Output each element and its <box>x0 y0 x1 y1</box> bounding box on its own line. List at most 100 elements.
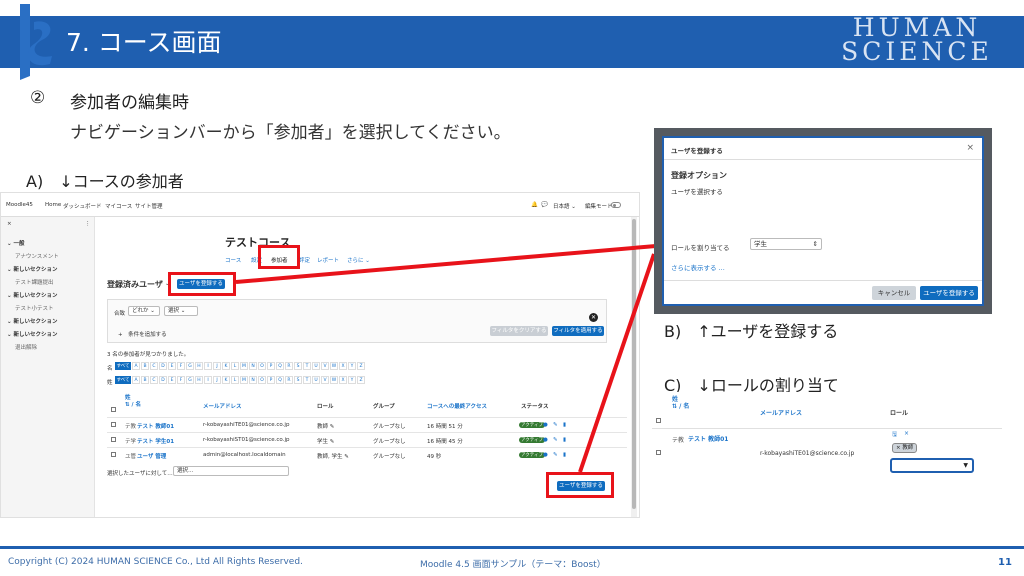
initial-letter[interactable]: L <box>231 362 239 370</box>
row-checkbox[interactable] <box>111 437 116 442</box>
edit-mode-toggle[interactable] <box>611 202 621 208</box>
initial-letter[interactable]: X <box>339 362 347 370</box>
initial-letter[interactable]: Y <box>348 376 356 384</box>
trash-icon[interactable]: ▮ <box>563 452 566 458</box>
info-icon[interactable]: ● <box>543 437 548 443</box>
sidebar-item[interactable]: ⌄ 新しいセクション <box>7 265 58 273</box>
initial-letter[interactable]: B <box>141 376 149 384</box>
initial-letter[interactable]: Q <box>276 376 284 384</box>
initial-letter[interactable]: C <box>150 362 158 370</box>
role-select[interactable]: 学生 ⇕ <box>750 238 822 250</box>
initial-letter[interactable]: I <box>204 376 212 384</box>
user-name-link[interactable]: テスト 教師01 <box>137 422 174 430</box>
select-all-checkbox[interactable] <box>656 418 661 423</box>
initial-letter[interactable]: H <box>195 376 203 384</box>
info-icon[interactable]: ● <box>543 452 548 458</box>
initial-letter[interactable]: M <box>240 376 248 384</box>
match-select[interactable]: どれか ⌄ <box>128 306 160 316</box>
initial-letter[interactable]: P <box>267 362 275 370</box>
initial-letter[interactable]: Y <box>348 362 356 370</box>
initial-letter[interactable]: V <box>321 362 329 370</box>
initial-all[interactable]: すべて <box>115 362 131 370</box>
row-checkbox[interactable] <box>111 452 116 457</box>
sidebar-item[interactable]: ⌄ 新しいセクション <box>7 317 58 325</box>
nav-site-admin[interactable]: サイト管理 <box>135 202 163 210</box>
initial-letter[interactable]: G <box>186 376 194 384</box>
initial-letter[interactable]: Q <box>276 362 284 370</box>
column-name[interactable]: 姓 ⇅ / 名 <box>125 395 141 409</box>
save-icon[interactable]: 🖫 <box>892 430 897 440</box>
nav-my-courses[interactable]: マイコース <box>105 202 132 210</box>
initial-letter[interactable]: F <box>177 376 185 384</box>
column-email[interactable]: メールアドレス <box>760 408 802 417</box>
close-sidebar-icon[interactable]: × <box>7 221 12 227</box>
initial-letter[interactable]: A <box>132 362 140 370</box>
site-name[interactable]: Moodle45 <box>6 202 33 208</box>
sidebar-item[interactable]: ⌄ 新しいセクション <box>7 291 58 299</box>
show-more-link[interactable]: さらに表示する ... <box>671 262 725 272</box>
initial-letter[interactable]: W <box>330 376 338 384</box>
initial-letter[interactable]: S <box>294 376 302 384</box>
initial-letter[interactable]: L <box>231 376 239 384</box>
cancel-icon[interactable]: × <box>904 430 909 437</box>
initial-letter[interactable]: S <box>294 362 302 370</box>
trash-icon[interactable]: ▮ <box>563 437 566 443</box>
clear-filters-button[interactable]: フィルタをクリアする <box>490 326 548 336</box>
page-scrollbar[interactable] <box>631 217 637 517</box>
initial-letter[interactable]: O <box>258 362 266 370</box>
bulk-action-select[interactable]: 選択… <box>173 466 289 476</box>
nav-dashboard[interactable]: ダッシュボード <box>63 202 102 210</box>
initial-letter[interactable]: Z <box>357 376 365 384</box>
initial-letter[interactable]: J <box>213 362 221 370</box>
initial-letter[interactable]: X <box>339 376 347 384</box>
initial-letter[interactable]: D <box>159 376 167 384</box>
sidebar-item[interactable]: テスト課題提出 <box>15 278 54 286</box>
sidebar-menu-icon[interactable]: ⋮ <box>85 221 91 227</box>
sidebar-item[interactable]: 退出解除 <box>15 343 37 351</box>
initial-letter[interactable]: G <box>186 362 194 370</box>
sidebar-item[interactable]: ⌄ 新しいセクション <box>7 330 58 338</box>
initial-letter[interactable]: C <box>150 376 158 384</box>
initial-letter[interactable]: H <box>195 362 203 370</box>
user-role[interactable]: 教師 ✎ <box>317 422 334 430</box>
add-condition-link[interactable]: + 条件を追加する <box>118 330 167 338</box>
initial-letter[interactable]: E <box>168 362 176 370</box>
initial-letter[interactable]: K <box>222 362 230 370</box>
initial-letter[interactable]: K <box>222 376 230 384</box>
initial-letter[interactable]: E <box>168 376 176 384</box>
enrol-submit-button[interactable]: ユーザを登録する <box>920 286 978 300</box>
edit-icon[interactable]: ✎ <box>553 452 558 458</box>
initial-letter[interactable]: N <box>249 376 257 384</box>
filter-type-select[interactable]: 選択 ⌄ <box>164 306 198 316</box>
initial-letter[interactable]: P <box>267 376 275 384</box>
select-all-checkbox[interactable] <box>111 407 116 412</box>
nav-home[interactable]: Home <box>45 202 61 208</box>
apply-filters-button[interactable]: フィルタを適用する <box>552 326 604 336</box>
close-filter-icon[interactable]: ✕ <box>589 313 598 322</box>
user-name-link[interactable]: テスト 学生01 <box>137 437 174 445</box>
cancel-button[interactable]: キャンセル <box>872 286 916 300</box>
sidebar-item[interactable]: テスト小テスト <box>15 304 54 312</box>
initial-letter[interactable]: W <box>330 362 338 370</box>
user-name-link[interactable]: ユーザ 管理 <box>137 452 166 460</box>
initial-letter[interactable]: R <box>285 362 293 370</box>
tab-course[interactable]: コース <box>225 256 241 264</box>
initial-letter[interactable]: N <box>249 362 257 370</box>
tab-grades[interactable]: 評定 <box>299 256 310 264</box>
trash-icon[interactable]: ▮ <box>563 422 566 428</box>
initial-letter[interactable]: Z <box>357 362 365 370</box>
initial-letter[interactable]: B <box>141 362 149 370</box>
row-checkbox[interactable] <box>656 450 661 455</box>
user-name-link[interactable]: テスト 教師01 <box>688 434 728 443</box>
sidebar-item[interactable]: アナウンスメント <box>15 252 59 260</box>
initial-letter[interactable]: U <box>312 376 320 384</box>
initial-letter[interactable]: T <box>303 376 311 384</box>
edit-icon[interactable]: ✎ <box>553 437 558 443</box>
initial-letter[interactable]: U <box>312 362 320 370</box>
tab-more[interactable]: さらに ⌄ <box>347 256 370 264</box>
initial-letter[interactable]: F <box>177 362 185 370</box>
initial-letter[interactable]: O <box>258 376 266 384</box>
role-dropdown[interactable] <box>890 458 974 473</box>
initial-letter[interactable]: V <box>321 376 329 384</box>
chat-icon[interactable]: 💬 <box>541 202 548 208</box>
